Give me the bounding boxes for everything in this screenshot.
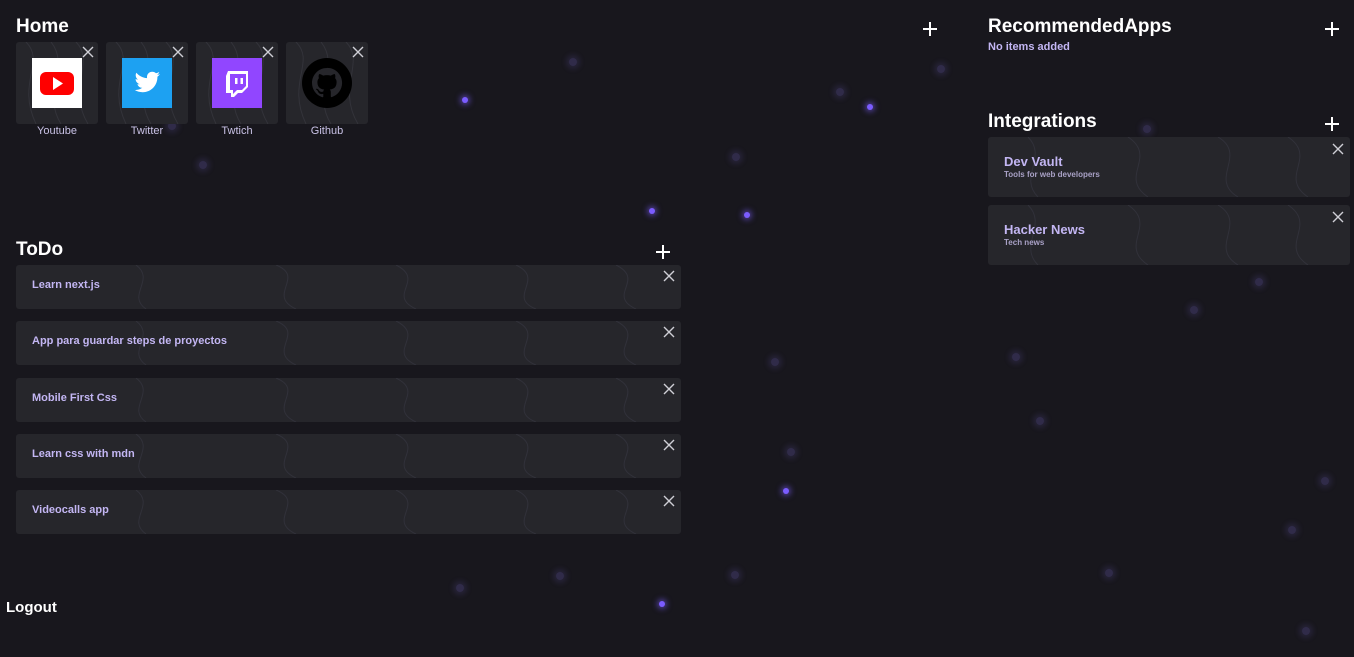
todo-item[interactable]: Learn next.js [16,265,681,309]
logout-button[interactable]: Logout [6,599,57,616]
remove-todo-button[interactable] [663,326,675,338]
todo-item[interactable]: Mobile First Css [16,378,681,422]
todo-item[interactable]: App para guardar steps de proyectos [16,321,681,365]
recommended-empty-text: No items added [988,41,1070,53]
home-add-button[interactable] [922,21,938,37]
plus-icon [1325,117,1339,131]
plus-icon [656,245,670,259]
remove-shortcut-button[interactable] [172,46,184,58]
integration-title: Dev Vault [1004,154,1063,169]
close-icon [262,46,274,58]
todo-item-text: Learn next.js [32,279,100,291]
remove-todo-button[interactable] [663,270,675,282]
shortcut-label: Youtube [37,125,77,137]
plus-icon [923,22,937,36]
contour-pattern [135,490,637,534]
close-icon [352,46,364,58]
recommended-add-button[interactable] [1324,21,1340,37]
todo-title: ToDo [16,239,64,260]
home-title: Home [16,16,69,37]
todo-item-text: Learn css with mdn [32,448,135,460]
remove-integration-button[interactable] [1332,143,1344,155]
close-icon [663,326,675,338]
todo-item[interactable]: Learn css with mdn [16,434,681,478]
contour-pattern [135,265,637,309]
todo-add-button[interactable] [655,244,671,260]
remove-integration-button[interactable] [1332,211,1344,223]
todo-item-text: Videocalls app [32,504,109,516]
close-icon [172,46,184,58]
youtube-icon [32,58,82,108]
integration-card[interactable]: Dev Vault Tools for web developers [988,137,1350,197]
remove-todo-button[interactable] [663,439,675,451]
close-icon [663,383,675,395]
close-icon [82,46,94,58]
integrations-add-button[interactable] [1324,116,1340,132]
shortcut-twitter[interactable] [106,42,188,124]
remove-todo-button[interactable] [663,495,675,507]
integration-subtitle: Tools for web developers [1004,170,1100,179]
remove-shortcut-button[interactable] [352,46,364,58]
twitter-icon [122,58,172,108]
close-icon [663,270,675,282]
close-icon [1332,143,1344,155]
shortcut-github[interactable] [286,42,368,124]
remove-shortcut-button[interactable] [82,46,94,58]
shortcut-youtube[interactable] [16,42,98,124]
integration-card[interactable]: Hacker News Tech news [988,205,1350,265]
todo-item-text: App para guardar steps de proyectos [32,335,227,347]
shortcut-label: Twitter [130,125,164,137]
integrations-title: Integrations [988,111,1097,132]
todo-item-text: Mobile First Css [32,392,117,404]
recommended-apps-title: RecommendedApps [988,16,1172,37]
close-icon [663,439,675,451]
close-icon [1332,211,1344,223]
remove-shortcut-button[interactable] [262,46,274,58]
integration-title: Hacker News [1004,222,1085,237]
shortcut-twitch[interactable] [196,42,278,124]
github-icon [302,58,352,108]
shortcut-label: Github [310,125,344,137]
plus-icon [1325,22,1339,36]
shortcut-label: Twtich [221,125,253,137]
integration-subtitle: Tech news [1004,238,1045,247]
twitch-icon [212,58,262,108]
close-icon [663,495,675,507]
todo-item[interactable]: Videocalls app [16,490,681,534]
remove-todo-button[interactable] [663,383,675,395]
